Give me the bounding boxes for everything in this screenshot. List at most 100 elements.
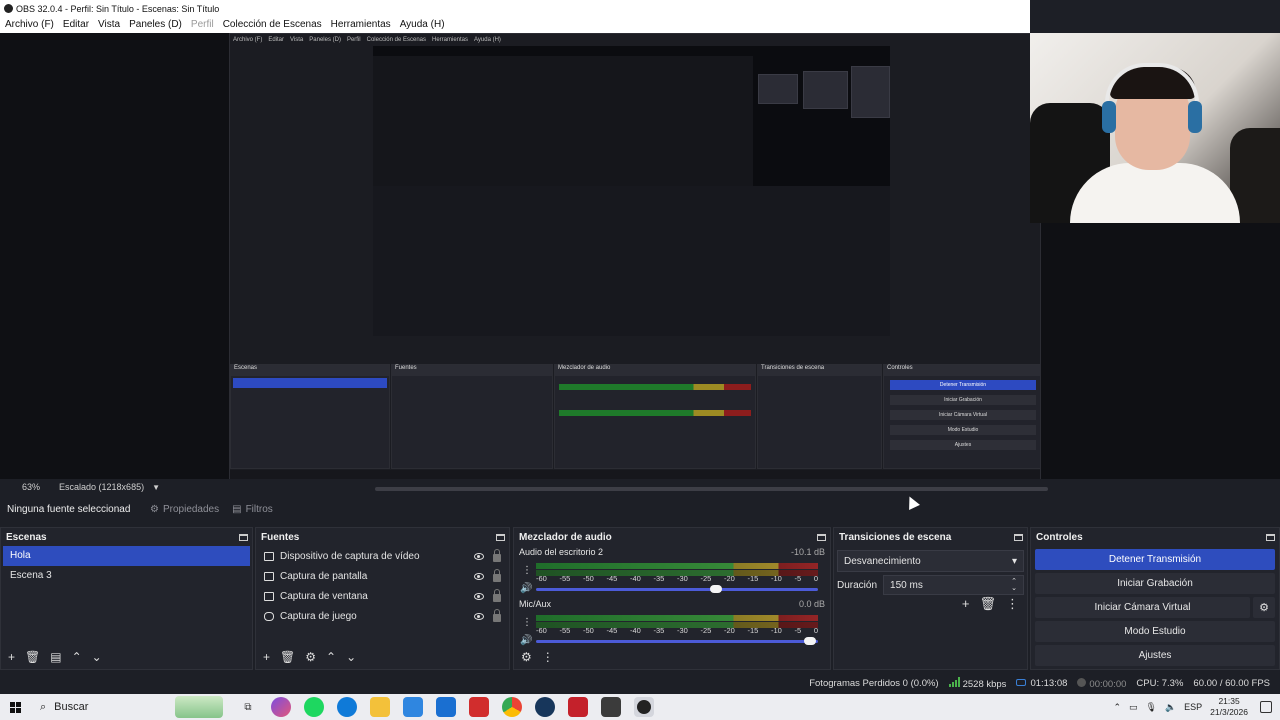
menu-docks[interactable]: Paneles (D) <box>129 19 182 30</box>
undock-icon[interactable] <box>817 533 826 541</box>
menu-tools[interactable]: Herramientas <box>331 19 391 30</box>
volume-icon[interactable]: 🔈 <box>1165 702 1176 713</box>
gear-icon[interactable]: ⚙ <box>521 650 532 664</box>
search-highlight-image <box>175 696 223 718</box>
preview-scale[interactable]: Escalado (1218x685) <box>59 482 144 492</box>
duration-label: Duración <box>837 579 878 591</box>
kebab-menu-icon[interactable]: ⋮ <box>1006 596 1019 612</box>
language-indicator[interactable]: ESP <box>1184 702 1202 712</box>
fader-knob[interactable] <box>803 637 816 645</box>
lock-icon[interactable] <box>493 549 501 562</box>
duration-input[interactable]: 150 ms ⌃ ⌄ <box>883 575 1024 595</box>
microphone-icon[interactable]: 🎙 <box>1146 702 1157 713</box>
undock-icon[interactable] <box>1266 533 1275 541</box>
fader-knob[interactable] <box>710 585 723 593</box>
menu-help[interactable]: Ayuda (H) <box>400 19 445 30</box>
gear-icon[interactable]: ⚙ <box>305 650 316 664</box>
chevron-up-icon[interactable]: ⌃ <box>326 650 336 664</box>
app-red2-icon[interactable] <box>568 697 588 717</box>
eye-icon[interactable] <box>474 572 484 580</box>
add-icon[interactable]: + <box>8 650 15 664</box>
undock-icon[interactable] <box>1014 533 1023 541</box>
properties-button[interactable]: ⚙ Propiedades <box>150 504 219 515</box>
mail-icon[interactable] <box>436 697 456 717</box>
kebab-menu-icon[interactable]: ⋮ <box>522 565 532 576</box>
chevron-up-icon[interactable]: ⌃ <box>1113 702 1121 713</box>
menu-scene-collection[interactable]: Colección de Escenas <box>223 19 322 30</box>
windows-taskbar: ⌕ Buscar ⧉ ⌃ ▭ 🎙 🔈 ESP 21:35 21/3/2026 <box>0 694 1280 720</box>
notification-icon[interactable] <box>1260 701 1272 713</box>
filter-icon[interactable]: ▤ <box>50 650 61 664</box>
task-view-icon[interactable]: ⧉ <box>238 697 258 717</box>
copilot-icon[interactable] <box>271 697 291 717</box>
stop-stream-button[interactable]: Detener Transmisión <box>1035 549 1275 570</box>
start-recording-button[interactable]: Iniciar Grabación <box>1035 573 1275 594</box>
start-button[interactable] <box>0 701 30 713</box>
gear-icon[interactable]: ⚙ <box>1253 597 1275 618</box>
source-item[interactable]: Captura de ventana <box>256 586 509 606</box>
steam-icon[interactable] <box>535 697 555 717</box>
chevron-up-icon[interactable]: ⌃ <box>72 650 82 664</box>
chevron-down-icon[interactable]: ▼ <box>152 483 160 492</box>
menu-view[interactable]: Vista <box>98 19 120 30</box>
kebab-menu-icon[interactable]: ⋮ <box>522 617 532 628</box>
taskbar-search[interactable]: ⌕ Buscar <box>36 695 226 719</box>
record-icon <box>1077 677 1087 687</box>
folder-icon[interactable] <box>370 697 390 717</box>
transition-tools: + 🗑 ⋮ <box>962 596 1019 612</box>
transitions-dock: Transiciones de escena Desvanecimiento ▾ … <box>833 527 1028 670</box>
clock[interactable]: 21:35 21/3/2026 <box>1210 696 1248 718</box>
lock-icon[interactable] <box>493 589 501 602</box>
trash-icon[interactable]: 🗑 <box>280 650 295 664</box>
channel-name: Audio del escritorio 2 <box>519 547 604 557</box>
taskbar-apps: ⧉ <box>238 697 654 717</box>
scene-item[interactable]: Escena 3 <box>3 566 250 586</box>
preview-canvas[interactable]: Archivo (F) Editar Vista Paneles (D) Perfil C… <box>0 33 1280 493</box>
source-item[interactable]: Captura de pantalla <box>256 566 509 586</box>
scene-item[interactable]: Hola <box>3 546 250 566</box>
eye-icon[interactable] <box>474 592 484 600</box>
trash-icon[interactable]: 🗑 <box>979 596 996 612</box>
network-icon[interactable]: ▭ <box>1129 702 1138 713</box>
settings-button[interactable]: Ajustes <box>1035 645 1275 666</box>
context-bar: Ninguna fuente seleccionad ⚙ Propiedades … <box>0 497 1280 522</box>
source-item[interactable]: Captura de juego <box>256 606 509 626</box>
speaker-icon[interactable]: 🔊 <box>520 635 532 646</box>
add-icon[interactable]: + <box>962 596 970 612</box>
start-virtualcam-button[interactable]: Iniciar Cámara Virtual <box>1035 597 1250 618</box>
menu-file[interactable]: Archivo (F) <box>5 19 54 30</box>
spinner-icon[interactable]: ⌃ ⌄ <box>1011 578 1017 592</box>
speaker-icon[interactable]: 🔊 <box>520 583 532 594</box>
filters-button[interactable]: ▤ Filtros <box>232 504 273 515</box>
chrome-icon[interactable] <box>502 697 522 717</box>
nested-cam-thumb <box>803 71 848 109</box>
undock-icon[interactable] <box>239 533 248 541</box>
source-item[interactable]: Dispositivo de captura de vídeo <box>256 546 509 566</box>
preview-zoom[interactable]: 63% <box>22 482 40 492</box>
transition-select[interactable]: Desvanecimiento ▾ <box>837 550 1024 572</box>
chevron-down-icon[interactable]: ⌄ <box>92 650 102 664</box>
app-dark-icon[interactable] <box>601 697 621 717</box>
add-icon[interactable]: + <box>263 650 270 664</box>
preview-horizontal-scrollbar[interactable] <box>375 487 1048 491</box>
lock-icon[interactable] <box>493 569 501 582</box>
undock-icon[interactable] <box>496 533 505 541</box>
edge-icon[interactable] <box>337 697 357 717</box>
nested-inner-docks <box>373 186 890 336</box>
volume-fader[interactable] <box>536 637 818 645</box>
app-red-icon[interactable] <box>469 697 489 717</box>
transitions-title: Transiciones de escena <box>839 531 952 543</box>
volume-fader[interactable] <box>536 585 818 593</box>
obs-taskbar-icon[interactable] <box>634 697 654 717</box>
store-icon[interactable] <box>403 697 423 717</box>
menu-edit[interactable]: Editar <box>63 19 89 30</box>
eye-icon[interactable] <box>474 612 484 620</box>
spotify-icon[interactable] <box>304 697 324 717</box>
kebab-menu-icon[interactable]: ⋮ <box>542 650 554 664</box>
nested-docks: Escenas Fuentes Mezclador de audio Trans… <box>230 364 1040 469</box>
eye-icon[interactable] <box>474 552 484 560</box>
studio-mode-button[interactable]: Modo Estudio <box>1035 621 1275 642</box>
chevron-down-icon[interactable]: ⌄ <box>346 650 356 664</box>
trash-icon[interactable]: 🗑 <box>25 650 40 664</box>
lock-icon[interactable] <box>493 609 501 622</box>
